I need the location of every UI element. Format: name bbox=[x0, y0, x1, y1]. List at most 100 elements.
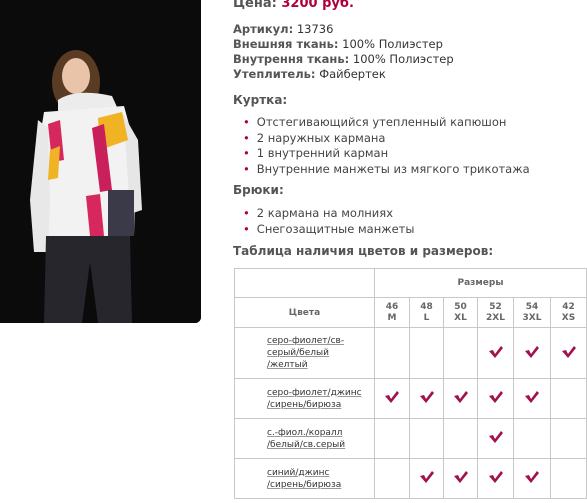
availability-cell bbox=[443, 327, 478, 379]
check-icon bbox=[525, 391, 539, 403]
size-code: L bbox=[423, 312, 430, 323]
color-name-line: /сирень/бирюза bbox=[267, 479, 342, 490]
spec-value: 13736 bbox=[296, 22, 334, 36]
table-row: с.-фиол./коралл/белый/св.серый bbox=[234, 418, 587, 459]
size-number: 46 bbox=[385, 301, 399, 312]
list-item: Отстегивающийся утепленный капюшон bbox=[243, 115, 530, 131]
jacket-features: Отстегивающийся утепленный капюшон 2 нар… bbox=[243, 115, 530, 177]
size-header: 52 2XL bbox=[477, 297, 514, 328]
pants-features: 2 кармана на молниях Снегозащитные манже… bbox=[243, 206, 415, 238]
size-number: 42 bbox=[562, 301, 575, 312]
spec-label: Внутрення ткань: bbox=[233, 52, 350, 66]
availability-cell bbox=[409, 418, 444, 459]
size-code: 3XL bbox=[522, 312, 542, 323]
table-row: серо-фиолет/джинс/сирень/бирюза bbox=[234, 378, 587, 419]
jacket-heading: Куртка: bbox=[233, 93, 288, 107]
availability-cell bbox=[443, 378, 478, 419]
availability-cell bbox=[550, 418, 587, 459]
size-header: 50 XL bbox=[443, 297, 478, 328]
check-icon bbox=[488, 431, 503, 443]
color-name-line: серо-фиолет/джинс bbox=[267, 387, 362, 398]
spec-label: Артикул: bbox=[233, 22, 294, 36]
color-name-line: серый/белый bbox=[267, 348, 329, 358]
availability-cell bbox=[409, 327, 444, 379]
color-name-line: синий/джинс bbox=[267, 467, 330, 478]
list-item: Внутренние манжеты из мягкого трикотажа bbox=[243, 162, 530, 178]
table-row: серо-фиолет/св-серый/белый/желтый bbox=[234, 327, 587, 379]
price: Цена: 3200 руб. bbox=[233, 0, 354, 11]
specs: Артикул: 13736 Внешняя ткань: 100% Полиэ… bbox=[233, 22, 454, 82]
availability-cell bbox=[550, 378, 587, 419]
check-icon bbox=[525, 345, 539, 358]
spec-article: Артикул: 13736 bbox=[233, 22, 454, 37]
size-code: M bbox=[387, 312, 397, 323]
availability-cell bbox=[374, 378, 410, 419]
color-name[interactable]: серо-фиолет/джинс/сирень/бирюза bbox=[234, 378, 375, 419]
availability-cell bbox=[374, 327, 410, 379]
availability-cell bbox=[550, 327, 587, 379]
availability-cell bbox=[409, 378, 444, 419]
size-header: 48 L bbox=[409, 297, 444, 328]
check-icon bbox=[525, 471, 539, 483]
check-icon bbox=[488, 391, 503, 403]
list-item: 2 кармана на молниях bbox=[243, 206, 414, 222]
availability-cell bbox=[513, 378, 551, 419]
availability-cell bbox=[374, 458, 410, 499]
table-title: Таблица наличия цветов и размеров: bbox=[233, 244, 494, 258]
color-name-line: /белый/св.серый bbox=[267, 439, 346, 450]
price-value: 3200 руб. bbox=[281, 0, 354, 11]
availability-cell bbox=[477, 458, 514, 499]
availability-cell bbox=[477, 327, 514, 379]
check-icon bbox=[488, 471, 503, 483]
check-icon bbox=[385, 391, 399, 403]
list-item: Снегозащитные манжеты bbox=[243, 222, 415, 238]
check-icon bbox=[561, 345, 576, 358]
sizes-header: Размеры bbox=[374, 268, 587, 298]
size-number: 54 bbox=[525, 301, 539, 312]
availability-cell bbox=[513, 327, 551, 379]
color-name[interactable]: с.-фиол./коралл/белый/св.серый bbox=[234, 418, 375, 459]
spec-label: Внешняя ткань: bbox=[233, 37, 339, 51]
size-number: 50 bbox=[454, 301, 467, 312]
availability-cell bbox=[477, 418, 514, 459]
size-header: 54 3XL bbox=[513, 297, 551, 328]
check-icon bbox=[488, 345, 503, 358]
spec-value: 100% Полиэстер bbox=[342, 37, 443, 51]
size-number: 48 bbox=[420, 301, 433, 312]
availability-table: Размеры Цвета 46 M 48 L 50 XL 52 2XL 54 3XL 4… bbox=[234, 268, 587, 499]
color-name-line: серо-фиолет/св- bbox=[267, 336, 345, 346]
product-photo bbox=[0, 0, 201, 323]
colors-header: Цвета bbox=[234, 297, 375, 328]
color-name[interactable]: серо-фиолет/св-серый/белый/желтый bbox=[234, 327, 375, 379]
list-item: 2 наружных кармана bbox=[243, 131, 530, 147]
availability-cell bbox=[409, 458, 444, 499]
spec-outer-fabric: Внешняя ткань: 100% Полиэстер bbox=[233, 37, 454, 52]
spec-label: Утеплитель: bbox=[233, 67, 316, 81]
availability-cell bbox=[550, 458, 587, 499]
availability-cell bbox=[443, 418, 478, 459]
spec-value: 100% Полиэстер bbox=[352, 52, 454, 66]
availability-cell bbox=[477, 378, 514, 419]
size-header: 46 M bbox=[374, 297, 410, 328]
price-label: Цена: bbox=[233, 0, 277, 11]
color-name-line: /желтый bbox=[267, 360, 308, 370]
table-row: синий/джинс/сирень/бирюза bbox=[234, 458, 587, 499]
check-icon bbox=[453, 471, 468, 483]
availability-cell bbox=[513, 458, 551, 499]
size-code: XS bbox=[561, 312, 576, 323]
color-name-line: /сирень/бирюза bbox=[267, 399, 342, 410]
spec-insulation: Утеплитель: Файбертек bbox=[233, 67, 454, 82]
size-header: 42 XS bbox=[550, 297, 587, 328]
spec-value: Файбертек bbox=[319, 67, 386, 81]
color-name[interactable]: синий/джинс/сирень/бирюза bbox=[234, 458, 375, 499]
size-code: 2XL bbox=[486, 312, 505, 323]
corner-cell bbox=[234, 268, 375, 298]
availability-cell bbox=[513, 418, 551, 459]
availability-cell bbox=[443, 458, 478, 499]
size-code: XL bbox=[454, 312, 467, 323]
check-icon bbox=[453, 391, 468, 403]
pants-heading: Брюки: bbox=[233, 183, 284, 197]
list-item: 1 внутренний карман bbox=[243, 146, 530, 162]
spec-inner-fabric: Внутрення ткань: 100% Полиэстер bbox=[233, 52, 454, 67]
check-icon bbox=[419, 391, 434, 403]
